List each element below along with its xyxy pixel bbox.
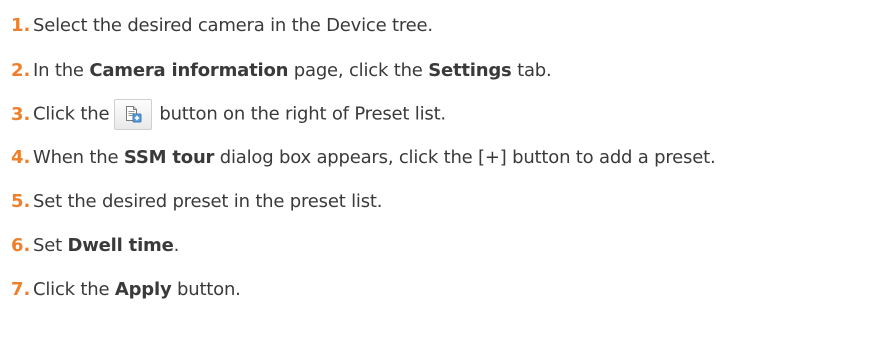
step-text: Click the button on the right of Preset … [33,98,446,130]
step-text: Click the Apply button. [33,278,241,300]
step-7: 7. Click the Apply button. [0,271,241,307]
step-5: 5. Set the desired preset in the preset … [0,183,382,219]
step-text: Set Dwell time. [33,234,180,256]
step-number: 6. [11,234,31,256]
camera-information-label: Camera information [89,59,289,81]
step-number: 7. [11,278,31,300]
step-text: Select the desired camera in the Device … [33,14,433,36]
apply-label: Apply [114,278,172,300]
step-4: 4. When the SSM tour dialog box appears,… [0,139,716,175]
step-3: 3. Click the button on the right of Pres… [0,96,446,132]
dwell-time-label: Dwell time [67,234,174,256]
settings-label: Settings [428,59,512,81]
step-number: 1. [11,14,31,36]
step-number: 4. [11,146,31,168]
add-preset-document-icon [126,106,142,123]
step-number: 3. [11,103,31,125]
step-text: When the SSM tour dialog box appears, cl… [33,146,716,168]
step-text: In the Camera information page, click th… [33,59,552,81]
step-1: 1. Select the desired camera in the Devi… [0,7,433,43]
add-preset-button[interactable] [114,98,153,130]
step-text: Set the desired preset in the preset lis… [33,190,383,212]
ssm-tour-label: SSM tour [123,146,215,168]
step-6: 6. Set Dwell time. [0,227,179,263]
step-number: 2. [11,59,31,81]
step-2: 2. In the Camera information page, click… [0,52,552,88]
step-number: 5. [11,190,31,212]
